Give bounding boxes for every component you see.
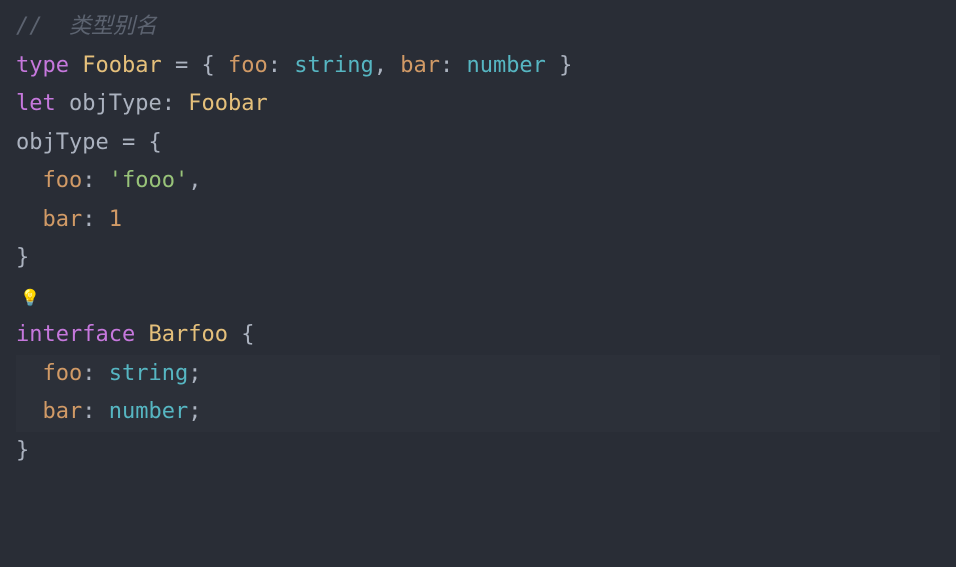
keyword-interface: interface bbox=[16, 322, 135, 347]
space bbox=[69, 53, 82, 78]
space bbox=[162, 53, 175, 78]
property-name: bar bbox=[43, 207, 83, 232]
property-name: foo bbox=[43, 361, 83, 386]
lightbulb-icon[interactable]: 💡 bbox=[20, 288, 40, 307]
type-name: F bbox=[82, 53, 95, 78]
number-literal: 1 bbox=[109, 207, 122, 232]
property-name: foo bbox=[228, 53, 268, 78]
comma: , bbox=[188, 168, 201, 193]
comma: , bbox=[374, 53, 387, 78]
space bbox=[387, 53, 400, 78]
brace-open: { bbox=[241, 322, 254, 347]
builtin-type: string bbox=[109, 361, 188, 386]
code-line[interactable]: // 类型别名 bbox=[16, 8, 940, 47]
comment-text: // bbox=[16, 14, 69, 39]
code-editor[interactable]: // 类型别名 type Foobar = { foo: string, bar… bbox=[16, 8, 940, 470]
keyword-type: type bbox=[16, 53, 69, 78]
code-line[interactable]: 💡 bbox=[16, 278, 940, 317]
indent bbox=[16, 168, 43, 193]
space bbox=[135, 322, 148, 347]
space bbox=[96, 207, 109, 232]
code-line[interactable]: foo: 'fooo', bbox=[16, 162, 940, 201]
colon: : bbox=[268, 53, 281, 78]
comment-text: 类型别名 bbox=[69, 14, 157, 39]
colon: : bbox=[162, 91, 175, 116]
colon: : bbox=[82, 168, 95, 193]
variable-name: objType bbox=[69, 91, 162, 116]
semicolon: ; bbox=[188, 399, 201, 424]
code-line[interactable]: } bbox=[16, 239, 940, 278]
keyword-let: let bbox=[16, 91, 56, 116]
property-name: foo bbox=[43, 168, 83, 193]
type-name: oobar bbox=[95, 53, 161, 78]
property-name: bar bbox=[43, 399, 83, 424]
semicolon: ; bbox=[188, 361, 201, 386]
space bbox=[96, 361, 109, 386]
indent bbox=[16, 207, 43, 232]
colon: : bbox=[82, 361, 95, 386]
indent bbox=[16, 399, 43, 424]
space bbox=[96, 168, 109, 193]
code-line[interactable]: bar: 1 bbox=[16, 201, 940, 240]
code-line[interactable]: foo: string; bbox=[16, 355, 940, 394]
code-line[interactable]: } bbox=[16, 432, 940, 471]
equals-operator: = bbox=[122, 130, 135, 155]
builtin-type: number bbox=[109, 399, 188, 424]
space bbox=[56, 91, 69, 116]
indent bbox=[16, 361, 43, 386]
space bbox=[135, 130, 148, 155]
brace-close: } bbox=[16, 438, 29, 463]
space bbox=[96, 399, 109, 424]
type-name: Barfoo bbox=[148, 322, 227, 347]
colon: : bbox=[82, 207, 95, 232]
space bbox=[109, 130, 122, 155]
brace-close: } bbox=[16, 245, 29, 270]
code-line[interactable]: objType = { bbox=[16, 124, 940, 163]
colon: : bbox=[440, 53, 453, 78]
code-line[interactable]: type Foobar = { foo: string, bar: number… bbox=[16, 47, 940, 86]
code-line[interactable]: let objType: Foobar bbox=[16, 85, 940, 124]
variable-name: objType bbox=[16, 130, 109, 155]
brace-open: { bbox=[201, 53, 228, 78]
builtin-type: number bbox=[466, 53, 545, 78]
code-line[interactable]: interface Barfoo { bbox=[16, 316, 940, 355]
code-line[interactable]: bar: number; bbox=[16, 393, 940, 432]
equals-operator: = bbox=[175, 53, 188, 78]
type-reference: Foobar bbox=[188, 91, 267, 116]
property-name: bar bbox=[400, 53, 440, 78]
string-literal: 'fooo' bbox=[109, 168, 188, 193]
space bbox=[228, 322, 241, 347]
space bbox=[188, 53, 201, 78]
space bbox=[281, 53, 294, 78]
space bbox=[453, 53, 466, 78]
colon: : bbox=[82, 399, 95, 424]
space bbox=[175, 91, 188, 116]
brace-close: } bbox=[546, 53, 573, 78]
builtin-type: string bbox=[294, 53, 373, 78]
brace-open: { bbox=[148, 130, 161, 155]
